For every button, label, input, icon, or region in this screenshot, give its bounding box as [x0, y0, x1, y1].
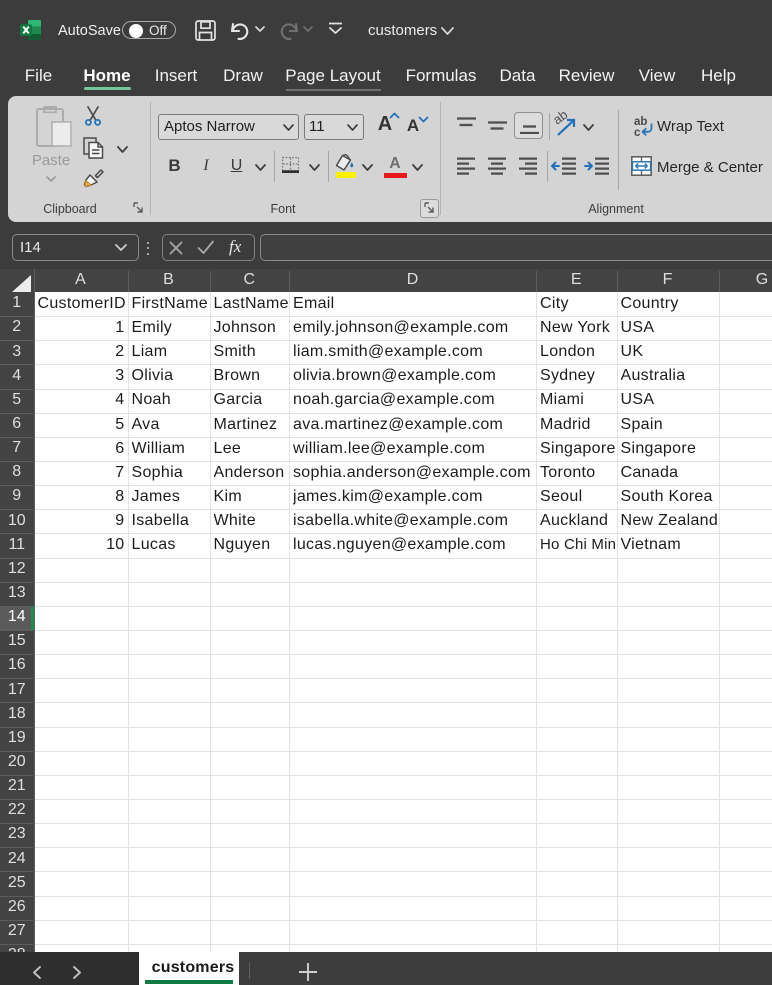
svg-text:c: c	[634, 127, 641, 139]
